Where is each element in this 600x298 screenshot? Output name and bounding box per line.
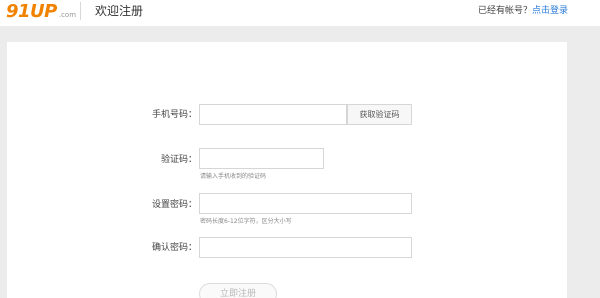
registration-card: 手机号码： 获取验证码 验证码： 请输入手机收到的验证码 设置密码： 密码长度6… xyxy=(7,42,567,298)
logo-domain-suffix: .com xyxy=(58,11,77,19)
password-hint: 密码长度6-12位字符，区分大小写 xyxy=(200,218,292,225)
login-hint: 已经有帐号？点击登录 xyxy=(478,6,568,17)
top-header: 91UP .com 欢迎注册 已经有帐号？点击登录 xyxy=(0,0,600,26)
site-logo[interactable]: 91UP .com xyxy=(6,2,76,25)
code-hint: 请输入手机收到的验证码 xyxy=(200,173,267,180)
phone-label: 手机号码： xyxy=(151,110,197,120)
page-title: 欢迎注册 xyxy=(95,4,144,18)
login-prompt-text: 已经有帐号？ xyxy=(477,6,532,16)
confirm-password-input[interactable] xyxy=(199,237,412,258)
get-code-button[interactable]: 获取验证码 xyxy=(347,104,412,125)
login-link[interactable]: 点击登录 xyxy=(532,6,568,16)
verification-code-input[interactable] xyxy=(199,148,324,169)
logo-text: 91UP xyxy=(6,1,57,22)
password-label: 设置密码： xyxy=(151,200,197,210)
register-button[interactable]: 立即注册 xyxy=(199,283,277,298)
confirm-password-label: 确认密码： xyxy=(151,243,197,253)
phone-input[interactable] xyxy=(199,104,347,125)
header-divider xyxy=(80,2,81,20)
password-input[interactable] xyxy=(199,193,412,214)
code-label: 验证码： xyxy=(160,155,197,165)
